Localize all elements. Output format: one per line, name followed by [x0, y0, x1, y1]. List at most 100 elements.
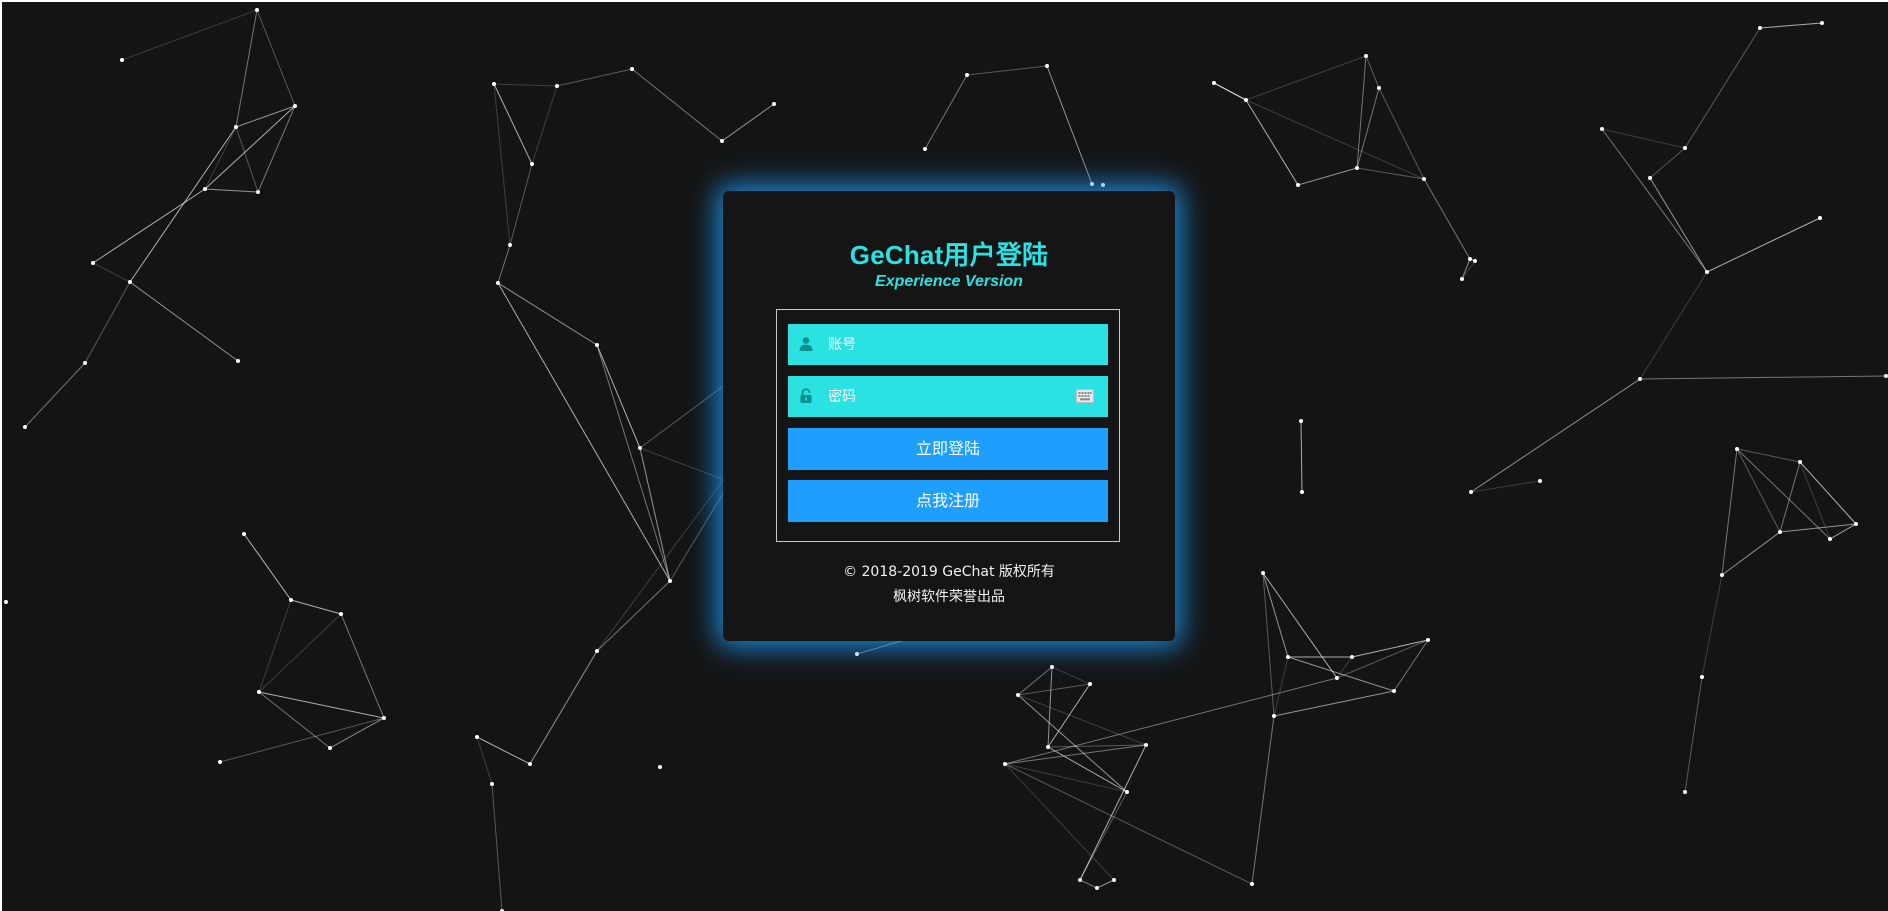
- network-link: [1470, 480, 1541, 493]
- network-node: [293, 104, 297, 108]
- network-link: [476, 736, 531, 765]
- network-link: [1736, 448, 1781, 533]
- username-input[interactable]: [828, 324, 1068, 365]
- network-link: [509, 163, 533, 246]
- network-node: [530, 162, 534, 166]
- network-node: [339, 612, 343, 616]
- network-link: [639, 447, 671, 582]
- network-link: [1096, 879, 1115, 889]
- network-link: [1701, 574, 1723, 678]
- password-input[interactable]: [828, 376, 1068, 417]
- network-node: [1364, 54, 1368, 58]
- copyright-text: © 2018-2019 GeChat 版权所有: [843, 564, 1055, 580]
- network-node: [1778, 530, 1782, 534]
- network-node: [595, 649, 599, 653]
- network-node: [1468, 257, 1472, 261]
- network-link: [1004, 744, 1147, 765]
- network-link: [596, 580, 671, 652]
- network-node: [1683, 146, 1687, 150]
- network-link: [84, 281, 131, 364]
- network-node: [1045, 64, 1049, 68]
- network-node: [1377, 86, 1381, 90]
- network-node: [1820, 21, 1824, 25]
- network-link: [1051, 666, 1091, 685]
- network-node: [1469, 490, 1473, 494]
- network-node: [218, 760, 222, 764]
- network-node: [555, 84, 559, 88]
- network-node: [91, 261, 95, 265]
- network-node: [1355, 166, 1359, 170]
- network-node: [492, 82, 496, 86]
- network-link: [1297, 167, 1358, 186]
- network-node: [1538, 479, 1542, 483]
- network-node: [1350, 655, 1354, 659]
- login-button[interactable]: 立即登陆: [788, 428, 1108, 470]
- network-link: [24, 362, 86, 428]
- network-link: [1300, 420, 1303, 493]
- producer-text: 枫树软件荣誉出品: [893, 589, 1005, 605]
- network-link: [1273, 690, 1395, 717]
- network-link: [1251, 715, 1275, 885]
- network-node: [1299, 419, 1303, 423]
- network-link: [1079, 791, 1128, 881]
- network-node: [1426, 638, 1430, 642]
- network-node: [923, 147, 927, 151]
- network-link: [1262, 572, 1289, 658]
- network-link: [1393, 639, 1429, 692]
- network-node: [658, 765, 662, 769]
- network-link: [1799, 461, 1857, 525]
- network-node: [1125, 790, 1129, 794]
- network-link: [1706, 217, 1821, 273]
- network-link: [235, 105, 296, 128]
- network-link: [1779, 461, 1801, 533]
- network-link: [204, 105, 296, 190]
- login-form: 立即登陆 点我注册: [776, 309, 1120, 542]
- particle-background: GeChat用户登陆 Experience Version 账号 立即登陆 点我…: [2, 2, 1888, 911]
- network-node: [490, 782, 494, 786]
- network-node: [1600, 127, 1604, 131]
- network-node: [1335, 676, 1339, 680]
- network-node: [1735, 447, 1739, 451]
- network-link: [1721, 448, 1738, 576]
- network-link: [1365, 55, 1380, 89]
- network-node: [595, 343, 599, 347]
- user-icon: [799, 337, 813, 351]
- network-link: [92, 262, 131, 283]
- network-node: [1244, 98, 1248, 102]
- network-link: [639, 447, 731, 483]
- network-node: [382, 716, 386, 720]
- network-node: [23, 425, 27, 429]
- network-link: [721, 103, 775, 142]
- network-link: [1047, 683, 1091, 748]
- network-link: [1351, 639, 1429, 658]
- network-node: [1392, 689, 1396, 693]
- network-link: [1649, 177, 1708, 273]
- network-node: [965, 73, 969, 77]
- network-link: [491, 783, 503, 911]
- network-node: [1112, 878, 1116, 882]
- network-link: [1213, 82, 1247, 101]
- network-node: [1638, 377, 1642, 381]
- network-link: [1684, 676, 1703, 793]
- network-node: [1078, 878, 1082, 882]
- network-node: [508, 243, 512, 247]
- network-link: [1047, 746, 1128, 793]
- network-link: [1245, 99, 1425, 180]
- network-link: [1423, 178, 1471, 260]
- username-field[interactable]: [788, 324, 1108, 365]
- network-node: [120, 58, 124, 62]
- network-node: [1648, 176, 1652, 180]
- lock-icon: [800, 388, 812, 403]
- network-link: [493, 83, 558, 87]
- password-field[interactable]: [788, 376, 1108, 417]
- keyboard-icon[interactable]: [1076, 389, 1094, 403]
- network-link: [924, 74, 968, 150]
- network-node: [1046, 745, 1050, 749]
- network-link: [1721, 531, 1781, 576]
- network-link: [1046, 65, 1093, 185]
- network-link: [1759, 22, 1823, 29]
- network-link: [531, 85, 558, 165]
- register-button[interactable]: 点我注册: [788, 480, 1108, 522]
- network-node: [242, 532, 246, 536]
- network-node: [328, 746, 332, 750]
